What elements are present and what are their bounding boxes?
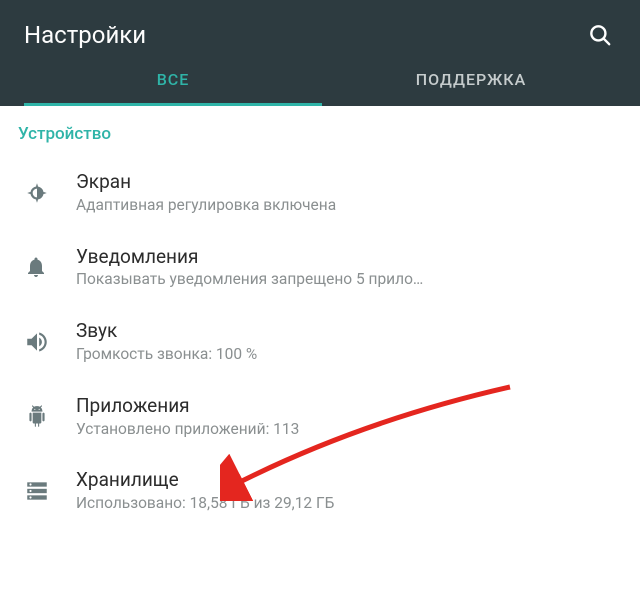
- item-apps-sub: Установлено приложений: 113: [76, 419, 622, 440]
- tab-bar: ВСЕ ПОДДЕРЖКА: [24, 56, 620, 106]
- item-apps[interactable]: Приложения Установлено приложений: 113: [0, 380, 640, 455]
- search-icon: [587, 22, 613, 48]
- tab-all-label: ВСЕ: [157, 70, 190, 89]
- item-display-title: Экран: [76, 170, 622, 195]
- search-button[interactable]: [580, 15, 620, 55]
- app-bar-top: Настройки: [24, 14, 620, 56]
- item-apps-title: Приложения: [76, 394, 622, 419]
- item-notifications-sub: Показывать уведомления запрещено 5 прило…: [76, 269, 622, 290]
- volume-icon: [18, 329, 76, 355]
- item-sound-sub: Громкость звонка: 100 %: [76, 344, 622, 365]
- item-display-sub: Адаптивная регулировка включена: [76, 195, 622, 216]
- android-icon: [18, 404, 76, 430]
- item-notifications[interactable]: Уведомления Показывать уведомления запре…: [0, 231, 640, 306]
- tab-all[interactable]: ВСЕ: [24, 56, 322, 106]
- storage-icon: [18, 478, 76, 504]
- tab-support-label: ПОДДЕРЖКА: [416, 70, 526, 89]
- item-display[interactable]: Экран Адаптивная регулировка включена: [0, 156, 640, 231]
- item-storage-sub: Использовано: 18,58 ГБ из 29,12 ГБ: [76, 493, 622, 514]
- item-sound[interactable]: Звук Громкость звонка: 100 %: [0, 305, 640, 380]
- section-device: Устройство: [0, 106, 640, 156]
- bell-icon: [18, 255, 76, 279]
- item-notifications-texts: Уведомления Показывать уведомления запре…: [76, 245, 622, 291]
- item-sound-title: Звук: [76, 319, 622, 344]
- item-storage-texts: Хранилище Использовано: 18,58 ГБ из 29,1…: [76, 468, 622, 514]
- item-display-texts: Экран Адаптивная регулировка включена: [76, 170, 622, 216]
- item-sound-texts: Звук Громкость звонка: 100 %: [76, 319, 622, 365]
- content: Устройство Экран Адаптивная регулировка …: [0, 106, 640, 529]
- item-notifications-title: Уведомления: [76, 245, 622, 270]
- app-bar: Настройки ВСЕ ПОДДЕРЖКА: [0, 0, 640, 106]
- brightness-icon: [18, 180, 76, 206]
- item-storage[interactable]: Хранилище Использовано: 18,58 ГБ из 29,1…: [0, 454, 640, 529]
- item-storage-title: Хранилище: [76, 468, 622, 493]
- item-apps-texts: Приложения Установлено приложений: 113: [76, 394, 622, 440]
- tab-support[interactable]: ПОДДЕРЖКА: [322, 56, 620, 106]
- page-title: Настройки: [24, 21, 146, 49]
